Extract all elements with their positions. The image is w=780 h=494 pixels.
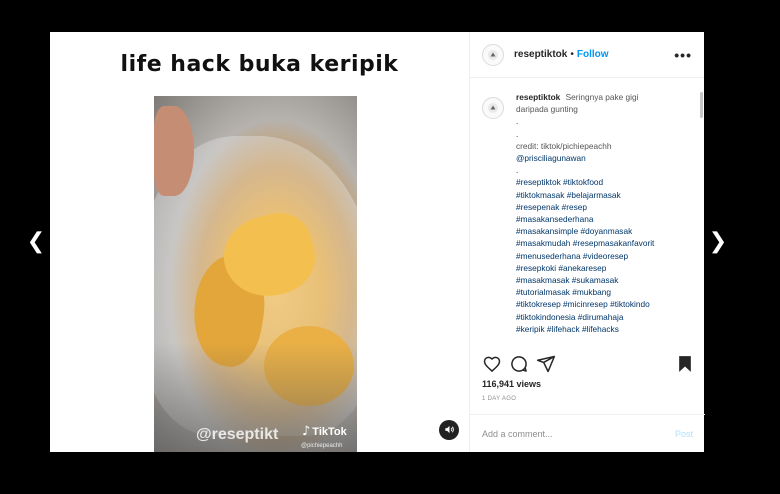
header-username[interactable]: reseptiktok (514, 49, 567, 60)
video-watermark-handle: @pichiepeachh (301, 443, 343, 449)
hashtag-line[interactable]: #tutorialmasak #mukbang (516, 286, 654, 298)
comment-button[interactable] (509, 354, 529, 374)
profile-logo-icon (488, 103, 498, 113)
profile-logo-icon (488, 49, 498, 60)
bookmark-icon (679, 356, 691, 372)
caption-dot: . (516, 128, 519, 139)
share-icon (536, 355, 556, 373)
hashtag-line[interactable]: #masakansederhana (516, 213, 654, 225)
hashtag-line[interactable]: #masakansimple #doyanmasak (516, 225, 654, 237)
hashtag-line[interactable]: #tiktokindonesia #dirumahaja (516, 311, 654, 323)
chevron-left-icon: ❮ (26, 229, 46, 254)
chevron-right-icon: ❯ (708, 229, 728, 254)
comments-scrollbar[interactable] (700, 92, 703, 118)
hashtag-line[interactable]: #resepenak #resep (516, 201, 654, 213)
hashtag-line[interactable]: #keripik #lifehack #lifehacks (516, 323, 654, 335)
add-comment-bar: Post (470, 414, 705, 452)
follow-button[interactable]: Follow (577, 49, 609, 60)
speaker-icon (444, 425, 454, 434)
heart-icon (483, 356, 501, 373)
save-button[interactable] (675, 354, 695, 374)
more-options-icon[interactable]: ••• (674, 47, 692, 63)
sound-toggle-button[interactable] (439, 420, 459, 440)
post-date: 1 DAY AGO (482, 396, 517, 402)
share-button[interactable] (536, 354, 556, 374)
like-button[interactable] (482, 354, 502, 374)
post-side-panel: reseptiktok • Follow ••• reseptiktok Ser… (469, 32, 705, 452)
hashtag-line[interactable]: #tiktokmasak #belajarmasak (516, 189, 654, 201)
next-post-arrow[interactable]: ❯ (708, 228, 728, 256)
caption-credit: credit: tiktok/pichiepeachh (516, 140, 612, 151)
video-frame[interactable] (154, 96, 357, 452)
hashtag-line[interactable]: #reseptiktok #tiktokfood (516, 176, 654, 188)
tiktok-brand-text: TikTok (312, 425, 347, 438)
hashtag-line[interactable]: #menusederhana #videoresep (516, 250, 654, 262)
tiktok-logo: ♪ TikTok (302, 424, 347, 439)
hashtag-line[interactable]: #masakmasak #sukamasak (516, 274, 654, 286)
video-watermark: @reseptikt (196, 426, 279, 443)
caption-text: reseptiktok Seringnya pake gigi daripada… (516, 91, 654, 347)
caption-username[interactable]: reseptiktok (516, 92, 560, 102)
caption-dot: . (516, 116, 519, 127)
caption-area: reseptiktok Seringnya pake gigi daripada… (482, 91, 696, 347)
caption-line: daripada gunting (516, 104, 578, 115)
header-separator: • (570, 49, 574, 60)
video-title-text: life hack buka keripik (120, 52, 399, 77)
post-actions (482, 354, 694, 376)
caption-mention[interactable]: @prisciliagunawan (516, 152, 654, 164)
previous-post-arrow[interactable]: ❮ (26, 228, 46, 256)
hashtag-line[interactable]: #masakmudah #resepmasakanfavorit (516, 237, 654, 249)
view-count[interactable]: 116,941 views (482, 379, 541, 389)
avatar[interactable] (482, 43, 504, 66)
hashtag-line[interactable]: #tiktokresep #micinresep #tiktokindo (516, 298, 654, 310)
tiktok-note-icon: ♪ (302, 424, 311, 439)
caption-dot: . (516, 165, 519, 176)
hashtag-line[interactable]: #resepkoki #anekaresep (516, 262, 654, 274)
post-media[interactable]: life hack buka keripik @reseptikt ♪ TikT… (50, 32, 469, 452)
comment-icon (511, 356, 527, 372)
comment-input[interactable] (482, 428, 675, 439)
hand-shape (154, 106, 194, 196)
caption-line: Seringnya pake gigi (565, 92, 639, 102)
post-modal: life hack buka keripik @reseptikt ♪ TikT… (50, 32, 705, 452)
post-comment-button[interactable]: Post (675, 429, 693, 439)
post-header: reseptiktok • Follow ••• (470, 32, 704, 78)
avatar[interactable] (482, 97, 504, 119)
